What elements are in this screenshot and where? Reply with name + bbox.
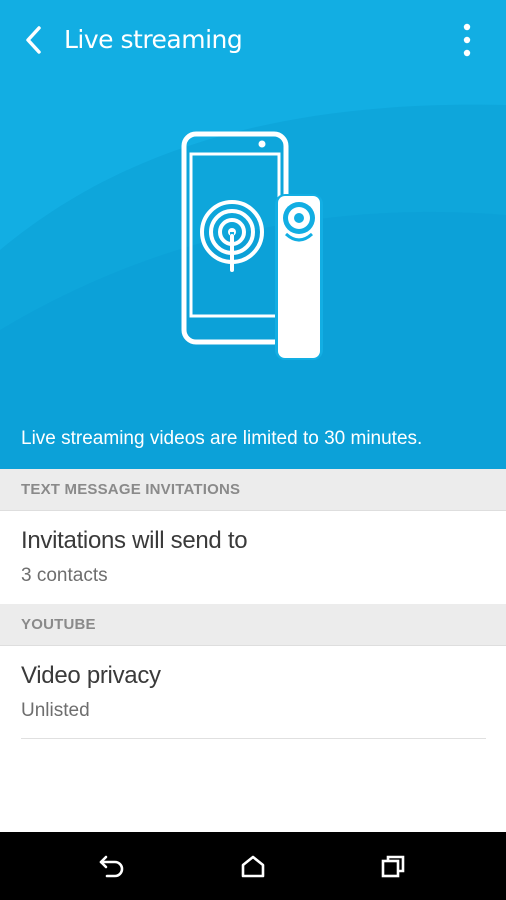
nav-back-icon (99, 855, 124, 878)
live-streaming-screen: Live streaming Live streaming videos are… (0, 0, 506, 900)
more-options-button[interactable] (448, 18, 486, 62)
list-item-secondary-text: 3 contacts (21, 565, 108, 586)
section-header-label: TEXT MESSAGE INVITATIONS (21, 481, 241, 498)
list-item-invitations[interactable]: Invitations will send to 3 contacts (0, 511, 506, 603)
back-arrow-icon (26, 26, 41, 54)
list-item-primary-text: Video privacy (21, 662, 161, 689)
list-item-video-privacy[interactable]: Video privacy Unlisted (0, 646, 506, 738)
nav-home-button[interactable] (233, 846, 273, 886)
section-header-text-message-invitations: TEXT MESSAGE INVITATIONS (0, 469, 506, 511)
hero-banner: Live streaming Live streaming videos are… (0, 0, 506, 469)
phone-and-camera-broadcast-illustration (181, 131, 323, 360)
nav-recents-icon (381, 855, 405, 878)
nav-back-button[interactable] (92, 846, 132, 886)
nav-home-icon (241, 855, 265, 878)
more-vert-icon (463, 23, 471, 57)
page-title: Live streaming (64, 25, 243, 54)
back-button[interactable] (14, 20, 54, 60)
hero-caption: Live streaming videos are limited to 30 … (21, 428, 423, 449)
section-header-label: YOUTUBE (21, 616, 96, 633)
list-divider (21, 738, 486, 739)
section-header-youtube: YOUTUBE (0, 604, 506, 646)
nav-recents-button[interactable] (373, 846, 413, 886)
list-item-primary-text: Invitations will send to (21, 527, 248, 554)
system-navigation-bar (0, 832, 506, 900)
app-bar: Live streaming (0, 0, 506, 80)
list-item-secondary-text: Unlisted (21, 700, 90, 721)
